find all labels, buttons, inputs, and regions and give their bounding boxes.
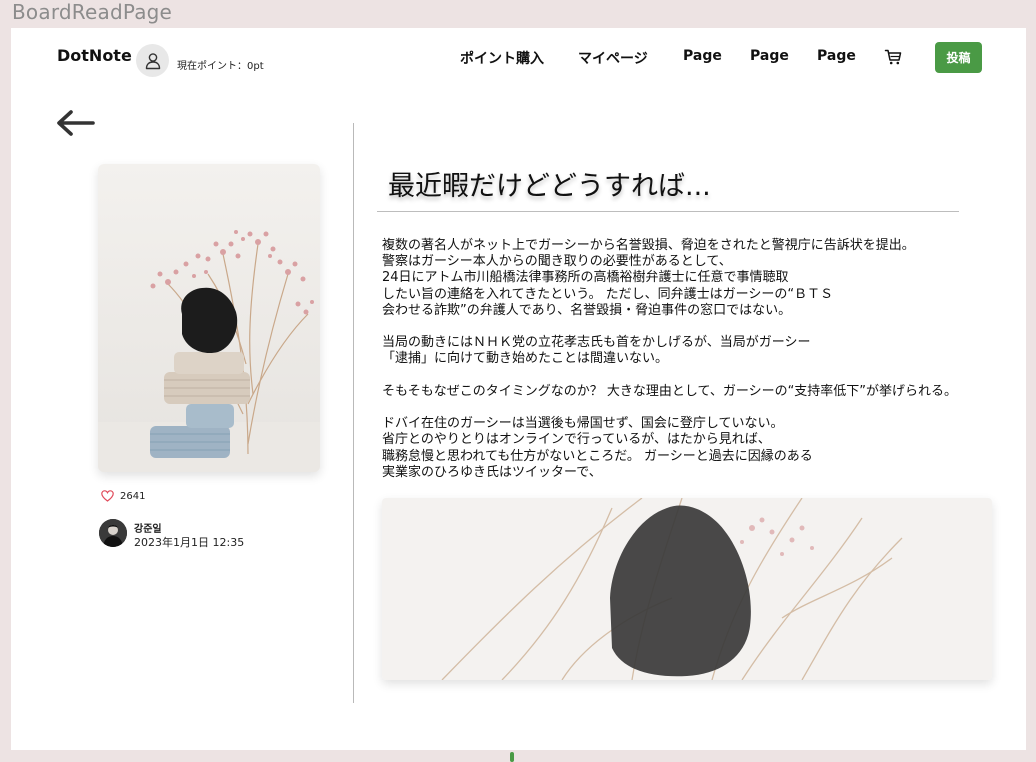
body-line: ドバイ在住のガーシーは当選後も帰国せず、国会に登庁していない。	[382, 416, 784, 432]
body-line: 当局の動きにはＮＨＫ党の立花孝志氏も首をかしげるが、当局がガーシー	[382, 335, 811, 351]
body-line: 実業家のひろゆき氏はツイッターで、	[382, 464, 602, 480]
user-icon	[145, 52, 160, 69]
likes[interactable]: 2641	[101, 490, 145, 502]
body-line: 警察はガーシー本人からの聞き取りの必要性があるとして、	[382, 254, 732, 270]
author-avatar	[99, 519, 127, 547]
post-body: 複数の著名人がネット上でガーシーから名誉毀損、脅迫をされたと警視庁に告訴状を提出…	[382, 238, 1012, 497]
body-line: 24日にアトム市川船橋法律事務所の高橋裕樹弁護士に任意で事情聴取	[382, 270, 789, 286]
body-line: したい旨の連絡を入れてきたという。 ただし、同弁護士はガーシーの“ＢＴＳ	[382, 286, 834, 302]
scroll-indicator	[510, 752, 514, 762]
paragraph-3: そもそもなぜこのタイミングなのか？ 大きな理由として、ガーシーの“支持率低下”が…	[382, 384, 1012, 400]
body-line: 職務怠慢と思われても仕方がないところだ。 ガーシーと過去に因縁のある	[382, 448, 813, 464]
points-label: 現在ポイント：0pt	[177, 61, 264, 72]
post-title: 最近暇だけどどうすれば...	[388, 171, 711, 202]
column-divider	[353, 123, 354, 703]
nav-page-1[interactable]: Page	[683, 48, 722, 64]
post-main-image	[98, 164, 320, 472]
user-avatar[interactable]	[136, 44, 169, 77]
post-button[interactable]: 投稿	[935, 42, 982, 73]
post-inline-image	[382, 498, 992, 680]
likes-count: 2641	[120, 490, 146, 502]
heart-icon[interactable]	[101, 490, 114, 502]
paragraph-4: ドバイ在住のガーシーは当選後も帰国せず、国会に登庁していない。 省庁とのやりとり…	[382, 416, 1012, 481]
body-line: そもそもなぜこのタイミングなのか？ 大きな理由として、ガーシーの“支持率低下”が…	[382, 383, 958, 399]
paragraph-1: 複数の著名人がネット上でガーシーから名誉毀損、脅迫をされたと警視庁に告訴状を提出…	[382, 238, 1012, 319]
logo[interactable]: DotNote	[57, 46, 132, 65]
cart-icon[interactable]	[884, 48, 902, 66]
body-line: 複数の著名人がネット上でガーシーから名誉毀損、脅迫をされたと警視庁に告訴状を提出…	[382, 238, 915, 253]
nav-page-3[interactable]: Page	[817, 48, 856, 64]
body-line: 会わせる詐欺”の弁護人であり、名誉毀損・脅迫事件の窓口ではない。	[382, 302, 792, 318]
title-divider	[377, 211, 959, 212]
body-line: 省庁とのやりとりはオンラインで行っているが、はたから見れば、	[382, 432, 771, 448]
body-line: 「逮捕」に向けて動き始めたことは間違いない。	[382, 351, 669, 367]
post-date: 2023年1月1日 12:35	[134, 536, 245, 549]
nav-page-2[interactable]: Page	[750, 48, 789, 64]
frame-label: BoardReadPage	[12, 0, 173, 24]
board-read-page: DotNote 現在ポイント：0pt ポイント購入 マイページ Page Pag…	[11, 28, 1026, 750]
paragraph-2: 当局の動きにはＮＨＫ党の立花孝志氏も首をかしげるが、当局がガーシー 「逮捕」に向…	[382, 335, 1012, 367]
nav-point-purchase[interactable]: ポイント購入	[460, 48, 544, 68]
author-name: 강준일	[134, 524, 162, 535]
nav-my-page[interactable]: マイページ	[578, 48, 648, 68]
back-arrow-icon[interactable]	[55, 108, 97, 138]
